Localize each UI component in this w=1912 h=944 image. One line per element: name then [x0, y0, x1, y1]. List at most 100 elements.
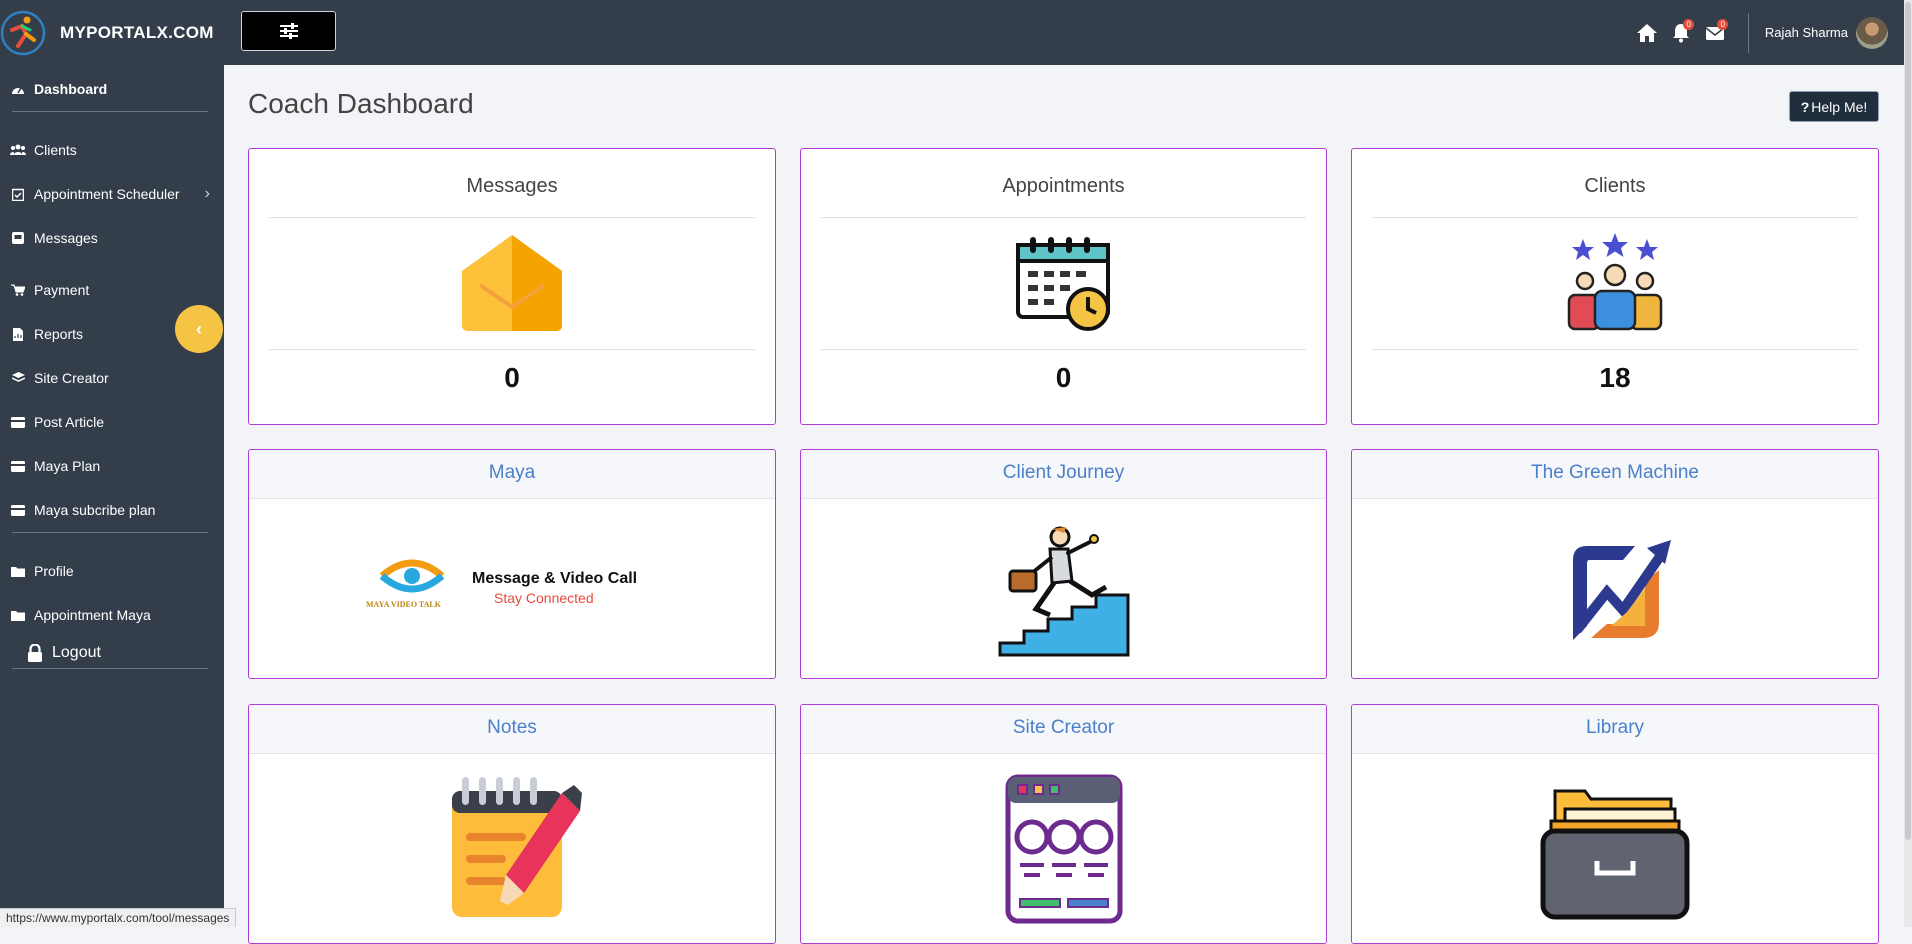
top-bar: MYPORTALX.COM 0 0 Rajah Sharma: [0, 0, 1912, 65]
stat-value: 18: [1599, 362, 1631, 393]
sidebar-item-label: Maya Plan: [34, 458, 101, 474]
notifications-badge: 0: [1683, 18, 1694, 30]
sidebar-item-logout[interactable]: Logout: [0, 635, 224, 671]
sidebar: Dashboard Clients Appointment Scheduler …: [0, 65, 224, 927]
sidebar-divider: [12, 668, 208, 669]
stat-card-clients[interactable]: Clients 18: [1351, 148, 1879, 425]
brand-logo-icon: [0, 10, 46, 55]
sidebar-collapse-button[interactable]: ‹: [175, 305, 223, 353]
stat-card-appointments[interactable]: Appointments 0: [800, 148, 1327, 425]
sidebar-item-payment[interactable]: Payment: [0, 272, 224, 308]
sidebar-item-label: Messages: [34, 230, 98, 246]
sidebar-item-profile[interactable]: Profile: [0, 553, 224, 589]
card-icon: [10, 503, 26, 517]
card-divider: [1372, 349, 1858, 350]
card-icon: [10, 459, 26, 473]
tile-title: Library: [1352, 705, 1878, 754]
stat-value: 0: [1055, 362, 1072, 393]
sidebar-item-messages[interactable]: Messages: [0, 220, 224, 256]
tile-title: Client Journey: [801, 450, 1326, 499]
sidebar-item-label: Maya subcribe plan: [34, 502, 156, 518]
sidebar-item-clients[interactable]: Clients: [0, 132, 224, 168]
sidebar-item-label: Profile: [34, 563, 74, 579]
calendar-clock-icon: [1015, 237, 1110, 331]
envelope-icon: [462, 235, 562, 331]
tile-title: Site Creator: [801, 705, 1326, 754]
avatar[interactable]: [1856, 16, 1888, 49]
tile-title: Notes: [249, 705, 775, 754]
sidebar-item-label: Payment: [34, 282, 90, 298]
users-icon: [10, 143, 26, 157]
maya-tagline: Stay Connected: [494, 590, 594, 606]
messages-envelope-icon[interactable]: 0: [1700, 18, 1730, 48]
maya-video-talk-logo: MAYA VIDEO TALK Message & Video Call Sta…: [362, 554, 662, 624]
file-chart-icon: [10, 327, 26, 341]
tile-maya[interactable]: Maya MAYA VIDEO TALK Message & Video Cal…: [248, 449, 776, 679]
home-icon[interactable]: [1632, 18, 1662, 48]
stairs-climber-icon: [998, 526, 1129, 657]
cart-icon: [10, 283, 26, 297]
brand-name: MYPORTALX.COM: [60, 22, 214, 42]
tile-library[interactable]: Library: [1351, 704, 1879, 944]
maya-logo-text: MAYA VIDEO TALK: [366, 600, 441, 609]
website-builder-icon: [1005, 774, 1122, 924]
rated-team-icon: [1567, 233, 1663, 331]
sidebar-item-maya-subcribe-plan[interactable]: Maya subcribe plan: [0, 492, 224, 528]
card-divider: [821, 349, 1306, 350]
layers-icon: [10, 371, 26, 385]
page-scrollbar[interactable]: [1904, 0, 1912, 927]
file-cabinet-icon: [1540, 789, 1690, 920]
growth-chart-logo-icon: [1573, 540, 1671, 640]
inbox-icon: [10, 231, 26, 245]
chevron-right-icon: ›: [204, 185, 210, 202]
tile-title: Maya: [249, 450, 775, 499]
sidebar-item-label: Clients: [34, 142, 77, 158]
sidebar-toggle-button[interactable]: [241, 11, 336, 51]
stat-title: Messages: [466, 175, 558, 197]
sidebar-item-label: Logout: [52, 644, 101, 661]
sidebar-item-label: Reports: [34, 326, 84, 342]
scrollbar-thumb[interactable]: [1905, 2, 1911, 840]
tile-the-green-machine[interactable]: The Green Machine: [1351, 449, 1879, 679]
brand[interactable]: MYPORTALX.COM: [0, 0, 224, 65]
tile-notes[interactable]: Notes: [248, 704, 776, 944]
card-divider: [269, 349, 755, 350]
sidebar-item-dashboard[interactable]: Dashboard: [0, 71, 224, 107]
sidebar-item-post-article[interactable]: Post Article: [0, 404, 224, 440]
top-divider: [1747, 12, 1749, 53]
help-button[interactable]: ? Help Me!: [1789, 91, 1879, 122]
messages-badge: 0: [1717, 18, 1728, 30]
folder-icon: [10, 564, 26, 578]
stat-title: Clients: [1584, 175, 1646, 197]
sidebar-item-appointment-maya[interactable]: Appointment Maya: [0, 597, 224, 633]
stat-card-messages[interactable]: Messages 0: [248, 148, 776, 425]
sidebar-item-label: Appointment Scheduler: [34, 186, 180, 202]
chevron-left-icon: ‹: [196, 318, 202, 339]
sidebar-item-site-creator[interactable]: Site Creator: [0, 360, 224, 396]
notifications-bell-icon[interactable]: 0: [1666, 18, 1696, 48]
card-divider: [269, 217, 755, 218]
card-divider: [1372, 217, 1858, 218]
dashboard-icon: [10, 82, 26, 96]
notepad-pen-icon: [452, 777, 582, 917]
question-icon: ?: [1800, 98, 1810, 115]
sidebar-item-label: Appointment Maya: [34, 607, 151, 623]
page-title: Coach Dashboard: [248, 88, 474, 119]
tile-client-journey[interactable]: Client Journey: [800, 449, 1327, 679]
sidebar-item-appointment-scheduler[interactable]: Appointment Scheduler ›: [0, 176, 224, 212]
folder-icon: [10, 608, 26, 622]
sidebar-item-label: Site Creator: [34, 370, 109, 386]
sidebar-divider: [12, 532, 208, 533]
sidebar-divider: [12, 111, 208, 112]
status-bar-url: https://www.myportalx.com/tool/messages: [0, 908, 237, 927]
help-button-label: Help Me!: [1811, 98, 1868, 115]
tile-site-creator[interactable]: Site Creator: [800, 704, 1327, 944]
maya-headline: Message & Video Call: [472, 570, 638, 587]
sidebar-item-maya-plan[interactable]: Maya Plan: [0, 448, 224, 484]
sliders-icon: [279, 23, 298, 39]
user-name[interactable]: Rajah Sharma: [1765, 25, 1848, 40]
card-icon: [10, 415, 26, 429]
card-divider: [821, 217, 1306, 218]
lock-icon: [26, 644, 44, 662]
stat-value: 0: [504, 362, 520, 393]
